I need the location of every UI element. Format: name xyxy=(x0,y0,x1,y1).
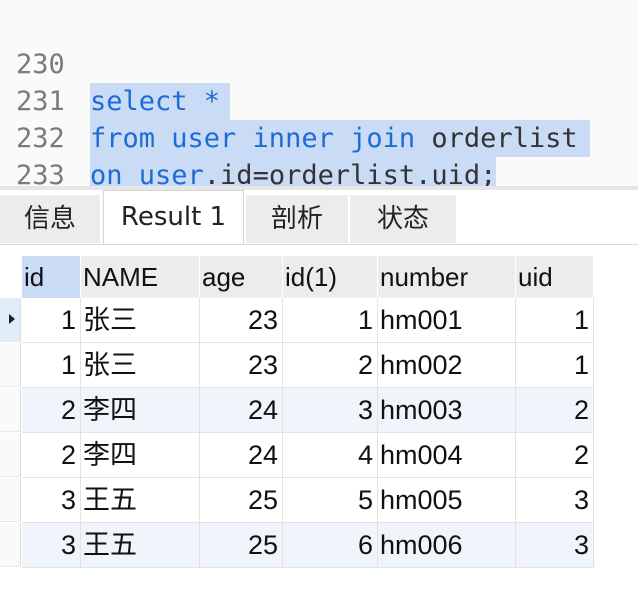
cell-number[interactable]: hm006 xyxy=(378,523,516,568)
cell-name[interactable]: 李四 xyxy=(81,433,200,478)
cell-number[interactable]: hm002 xyxy=(378,343,516,388)
tabs-divider xyxy=(0,244,638,245)
cell-id-1[interactable]: 1 xyxy=(283,298,378,343)
sql-editor[interactable]: 230 select * 231 from user inner join or… xyxy=(0,0,638,228)
cell-age[interactable]: 24 xyxy=(200,433,283,478)
cell-age[interactable]: 24 xyxy=(200,388,283,433)
editor-line: 230 select * xyxy=(0,9,638,120)
row-selector[interactable] xyxy=(0,298,21,342)
cell-id[interactable]: 3 xyxy=(22,523,81,568)
row-selector[interactable] xyxy=(0,388,21,432)
cell-number[interactable]: hm004 xyxy=(378,433,516,478)
cell-id[interactable]: 2 xyxy=(22,388,81,433)
cell-age[interactable]: 25 xyxy=(200,478,283,523)
cell-uid[interactable]: 1 xyxy=(516,343,594,388)
cell-name[interactable]: 王五 xyxy=(81,523,200,568)
cell-age[interactable]: 23 xyxy=(200,343,283,388)
cell-number[interactable]: hm005 xyxy=(378,478,516,523)
cell-number[interactable]: hm003 xyxy=(378,388,516,433)
cell-id[interactable]: 3 xyxy=(22,478,81,523)
row-selector[interactable] xyxy=(0,343,21,387)
editor-line: 231 from user inner join orderlist xyxy=(0,46,638,157)
result-tabs: 信息 Result 1 剖析 状态 xyxy=(0,190,638,245)
table-row[interactable]: 2 李四 24 4 hm004 2 xyxy=(22,433,594,478)
cell-uid[interactable]: 2 xyxy=(516,433,594,478)
cell-uid[interactable]: 3 xyxy=(516,523,594,568)
column-header-id[interactable]: id xyxy=(22,256,81,298)
table-row[interactable]: 3 王五 25 6 hm006 3 xyxy=(22,523,594,568)
cell-id-1[interactable]: 4 xyxy=(283,433,378,478)
column-header-id-1[interactable]: id(1) xyxy=(283,256,378,298)
cell-age[interactable]: 23 xyxy=(200,298,283,343)
table-row[interactable]: 1 张三 23 1 hm001 1 xyxy=(22,298,594,343)
cell-id[interactable]: 2 xyxy=(22,433,81,478)
current-row-arrow-icon xyxy=(9,314,15,324)
cell-id-1[interactable]: 3 xyxy=(283,388,378,433)
cell-name[interactable]: 王五 xyxy=(81,478,200,523)
table-row[interactable]: 2 李四 24 3 hm003 2 xyxy=(22,388,594,433)
editor-line: 232 on user.id=orderlist.uid; xyxy=(0,83,638,194)
row-selector[interactable] xyxy=(0,478,21,522)
row-selector[interactable] xyxy=(0,433,21,477)
row-selector[interactable] xyxy=(0,523,21,567)
column-header-age[interactable]: age xyxy=(200,256,283,298)
cell-uid[interactable]: 1 xyxy=(516,298,594,343)
cell-uid[interactable]: 3 xyxy=(516,478,594,523)
cell-id-1[interactable]: 6 xyxy=(283,523,378,568)
tab-status[interactable]: 状态 xyxy=(350,195,456,243)
tab-info[interactable]: 信息 xyxy=(0,195,100,243)
table-row[interactable]: 3 王五 25 5 hm005 3 xyxy=(22,478,594,523)
column-header-name[interactable]: NAME xyxy=(81,256,200,298)
cell-id[interactable]: 1 xyxy=(22,343,81,388)
cell-name[interactable]: 李四 xyxy=(81,388,200,433)
cell-age[interactable]: 25 xyxy=(200,523,283,568)
cell-name[interactable]: 张三 xyxy=(81,343,200,388)
column-header-uid[interactable]: uid xyxy=(516,256,594,298)
cell-id-1[interactable]: 2 xyxy=(283,343,378,388)
cell-id[interactable]: 1 xyxy=(22,298,81,343)
column-header-number[interactable]: number xyxy=(378,256,516,298)
cell-name[interactable]: 张三 xyxy=(81,298,200,343)
tab-result-1[interactable]: Result 1 xyxy=(103,190,244,245)
table-row[interactable]: 1 张三 23 2 hm002 1 xyxy=(22,343,594,388)
editor-line: 233 xyxy=(0,120,638,191)
cell-id-1[interactable]: 5 xyxy=(283,478,378,523)
cell-uid[interactable]: 2 xyxy=(516,388,594,433)
tab-profile[interactable]: 剖析 xyxy=(246,195,348,243)
cell-number[interactable]: hm001 xyxy=(378,298,516,343)
